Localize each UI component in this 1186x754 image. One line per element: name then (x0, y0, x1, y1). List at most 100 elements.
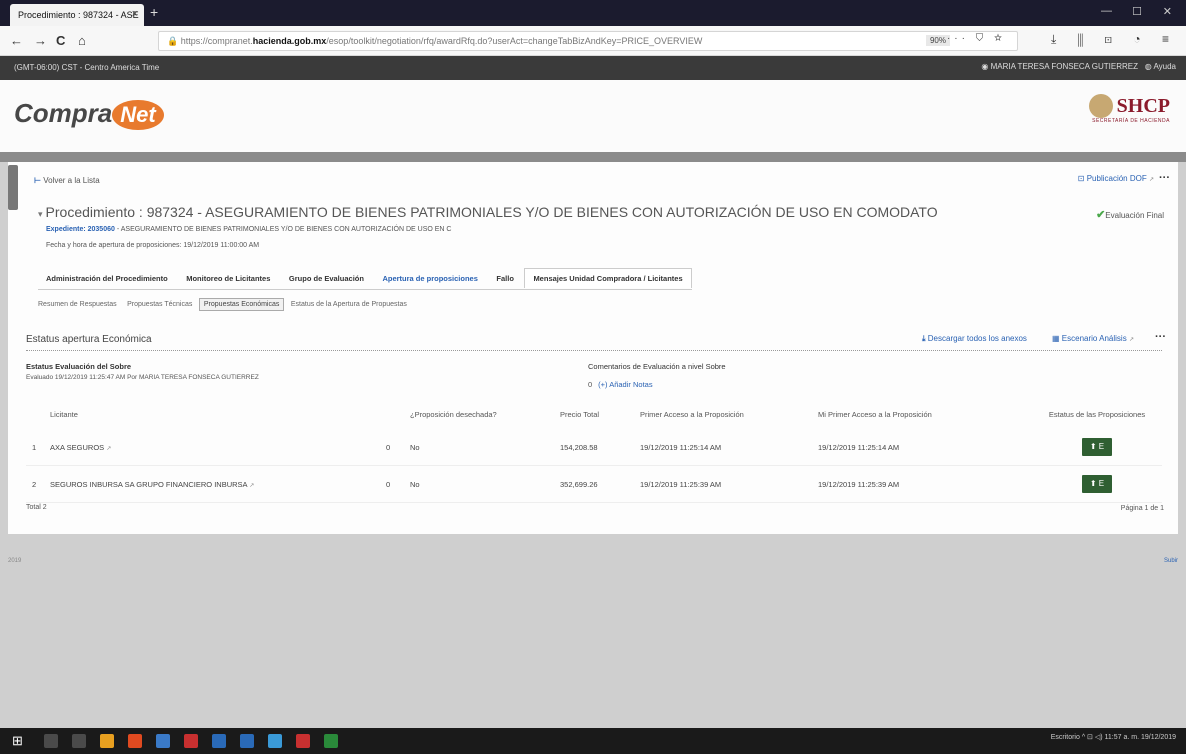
lock-icon: 🔒 (167, 36, 181, 46)
tab-fallo[interactable]: Fallo (488, 269, 522, 288)
logo-text: Compra (14, 98, 113, 128)
subtab-resumen[interactable]: Resumen de Respuestas (34, 299, 121, 310)
taskbar-app-icon[interactable] (128, 734, 142, 748)
url-prefix: https://compranet. (180, 36, 253, 46)
subtab-economicas[interactable]: Propuestas Económicas (198, 298, 285, 311)
col-desechada[interactable]: ¿Proposición desechada? (404, 406, 554, 429)
help-link[interactable]: Ayuda (1153, 62, 1176, 71)
licitante-link[interactable]: SEGUROS INBURSA SA GRUPO FINANCIERO INBU… (44, 465, 380, 503)
start-icon[interactable]: ⊞ (12, 733, 23, 749)
seal-icon (1088, 94, 1113, 118)
table-header-row: Licitante ¿Proposición desechada? Precio… (26, 406, 1162, 429)
back-icon[interactable]: ← (10, 33, 23, 48)
subtab-estatus-apertura[interactable]: Estatus de la Apertura de Propuestas (287, 299, 411, 310)
subtab-tecnicas[interactable]: Propuestas Técnicas (123, 299, 196, 310)
row-zero: 0 (380, 465, 404, 503)
browser-tab[interactable]: Procedimiento : 987324 - ASE × (10, 4, 144, 26)
download-label: Descargar todos los anexos (927, 334, 1027, 343)
taskbar-app-icon[interactable] (324, 734, 338, 748)
maximize-icon[interactable]: ☐ (1132, 5, 1142, 18)
home-icon[interactable]: ⌂ (78, 33, 86, 48)
forward-icon[interactable]: → (34, 33, 47, 48)
escenario-analisis-link[interactable]: ▦ Escenario Análisis ↗ (1052, 334, 1134, 343)
row-num: 2 (26, 465, 44, 503)
user-icon: ◉ (981, 62, 991, 71)
collapse-chevron-icon[interactable]: ▾ (38, 209, 43, 219)
col-primer-acceso[interactable]: Primer Acceso a la Proposición (634, 406, 812, 429)
taskbar-app-icon[interactable] (268, 734, 282, 748)
download-all-button[interactable]: ⤓ Descargar todos los anexos (922, 334, 1027, 344)
windows-taskbar: ⊞ Escritorio ^ ⊡ ◁) 11:57 a. m. 19/12/20… (0, 728, 1186, 754)
expediente-desc: - ASEGURAMIENTO DE BIENES PATRIMONIALES … (114, 226, 452, 233)
close-window-icon[interactable]: ✕ (1163, 5, 1172, 18)
tab-close-icon[interactable]: × (132, 8, 138, 20)
fecha-apertura: Fecha y hora de apertura de proposicione… (46, 242, 260, 249)
minimize-icon[interactable]: — (1101, 5, 1112, 17)
table-row: 1 AXA SEGUROS ↗ 0 No 154,208.58 19/12/20… (26, 429, 1162, 466)
row-estatus-cell: ⬆ E (1032, 429, 1162, 466)
procedure-title: Procedimiento : 987324 - ASEGURAMIENTO D… (45, 204, 938, 220)
col-precio[interactable]: Precio Total (554, 406, 634, 429)
external-link-icon: ↗ (106, 445, 112, 452)
tab-apertura[interactable]: Apertura de proposiciones (374, 269, 485, 288)
user-name[interactable]: MARIA TERESA FONSECA GUTIERREZ (991, 62, 1138, 71)
proposal-status-button[interactable]: ⬆ E (1082, 475, 1112, 493)
row-mi-primer-acceso: 19/12/2019 11:25:39 AM (812, 465, 1032, 503)
eval-status-label: Evaluación Final (1105, 211, 1164, 220)
tab-administracion[interactable]: Administración del Procedimiento (38, 269, 176, 288)
main-panel: ⊢ Volver a la Lista ⊡ Publicación DOF ↗ … (8, 162, 1178, 534)
page-actions-icons[interactable]: ··· ⛉ ☆ (947, 33, 1006, 44)
estatus-sobre-label: Estatus Evaluación del Sobre (26, 362, 132, 371)
col-mi-primer-acceso[interactable]: Mi Primer Acceso a la Proposición (812, 406, 1032, 429)
toolbar-icons[interactable]: ⤓ ⫼ ⊡ ◔ ≡ (1051, 32, 1178, 47)
tab-title: Procedimiento : 987324 - ASE (18, 10, 139, 20)
timezone-text: (GMT-06:00) CST - Centro America Time (14, 63, 160, 72)
section-more-icon[interactable]: ··· (1155, 331, 1166, 343)
scroll-top-link[interactable]: Subir (1164, 558, 1178, 564)
taskbar-app-icon[interactable] (44, 734, 58, 748)
taskbar-app-icon[interactable] (212, 734, 226, 748)
sub-tabs: Resumen de Respuestas Propuestas Técnica… (34, 298, 411, 311)
url-host: hacienda.gob.mx (252, 36, 327, 46)
app-top-bar: (GMT-06:00) CST - Centro America Time ◉ … (0, 56, 1186, 80)
external-link-icon: ↗ (1128, 337, 1134, 343)
browser-navbar: ← → C ⌂ 🔒 https://compranet.hacienda.gob… (0, 26, 1186, 56)
back-to-list-link[interactable]: ⊢ Volver a la Lista (34, 176, 100, 185)
escenario-label: Escenario Análisis (1061, 334, 1127, 343)
proposal-status-button[interactable]: ⬆ E (1082, 438, 1112, 456)
new-tab-button[interactable]: + (150, 4, 158, 20)
section-divider (26, 350, 1162, 351)
header-stripe (0, 152, 1186, 162)
tab-monitoreo[interactable]: Monitoreo de Licitantes (178, 269, 278, 288)
sidebar-toggle-handle[interactable] (8, 165, 18, 210)
taskbar-app-icon[interactable] (184, 734, 198, 748)
expediente-number[interactable]: 2035060 (88, 226, 115, 233)
taskbar-app-icon[interactable] (156, 734, 170, 748)
evaluation-status: ✔Evaluación Final (1096, 208, 1164, 221)
add-notes-link[interactable]: 0 (+) Añadir Notas (588, 380, 653, 389)
compranet-logo[interactable]: Compra Net (14, 98, 164, 130)
taskbar-app-icon[interactable] (72, 734, 86, 748)
more-options-icon[interactable]: ··· (1159, 172, 1170, 184)
publicacion-dof-link[interactable]: ⊡ Publicación DOF ↗ (1078, 174, 1154, 183)
col-licitante[interactable]: Licitante (44, 406, 380, 429)
licitante-name: AXA SEGUROS (50, 442, 105, 452)
expediente-label: Expediente: (46, 226, 88, 233)
reload-icon[interactable]: C (56, 33, 65, 48)
system-tray[interactable]: Escritorio ^ ⊡ ◁) 11:57 a. m. 19/12/2019 (1051, 733, 1176, 741)
taskbar-app-icon[interactable] (296, 734, 310, 748)
licitante-link[interactable]: AXA SEGUROS ↗ (44, 429, 380, 466)
publication-icon: ⊡ (1077, 174, 1087, 183)
url-bar[interactable]: 🔒 https://compranet.hacienda.gob.mx/esop… (158, 31, 1018, 51)
proposals-table: Licitante ¿Proposición desechada? Precio… (26, 406, 1162, 503)
table-row: 2 SEGUROS INBURSA SA GRUPO FINANCIERO IN… (26, 465, 1162, 503)
url-path: /esop/toolkit/negotiation/rfq/awardRfq.d… (326, 36, 703, 46)
row-primer-acceso: 19/12/2019 11:25:39 AM (634, 465, 812, 503)
analysis-icon: ▦ (1052, 334, 1062, 343)
row-desechada: No (404, 465, 554, 503)
tab-grupo-evaluacion[interactable]: Grupo de Evaluación (281, 269, 372, 288)
taskbar-app-icon[interactable] (100, 734, 114, 748)
tab-mensajes[interactable]: Mensajes Unidad Compradora / Licitantes (524, 268, 692, 288)
col-estatus[interactable]: Estatus de las Proposiciones (1032, 406, 1162, 429)
taskbar-app-icon[interactable] (240, 734, 254, 748)
